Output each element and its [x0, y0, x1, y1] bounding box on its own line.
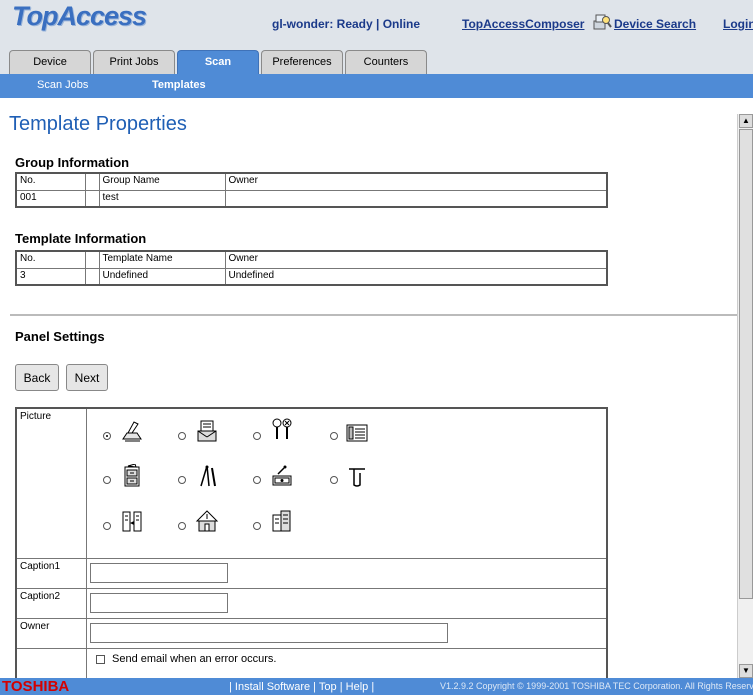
cell-group-name: test — [98, 189, 226, 208]
paperclip-icon — [349, 468, 365, 487]
tab-print-jobs[interactable]: Print Jobs — [93, 50, 175, 74]
table-header-row: No. Group Name Owner — [15, 172, 608, 191]
col-no: No. — [15, 172, 86, 191]
main-tabs: Device Print Jobs Scan Preferences Count… — [9, 50, 427, 74]
owner-label: Owner — [17, 619, 87, 648]
compass-icon — [200, 465, 216, 487]
template-info-title: Template Information — [15, 231, 147, 246]
col-blank — [84, 250, 100, 269]
caption1-row: Caption1 — [17, 559, 606, 589]
section-divider — [10, 314, 737, 316]
panel-settings-title: Panel Settings — [15, 329, 105, 344]
cell-owner — [224, 189, 608, 208]
scroll-up-icon[interactable]: ▲ — [739, 114, 753, 128]
picture-radio-scanner[interactable] — [103, 432, 111, 440]
back-button[interactable]: Back — [15, 364, 59, 391]
col-no: No. — [15, 250, 86, 269]
install-software-link[interactable]: Install Software — [235, 681, 310, 693]
picture-radio-house[interactable] — [178, 522, 186, 530]
cell-template-name: Undefined — [98, 267, 226, 286]
scrollbar-thumb[interactable] — [739, 129, 753, 599]
caption2-label: Caption2 — [17, 589, 87, 618]
subnav-templates[interactable]: Templates — [152, 79, 206, 91]
picture-radio-building-arrow[interactable] — [103, 522, 111, 530]
file-cabinet-icon — [124, 464, 140, 487]
col-blank — [84, 172, 100, 191]
email-error-label: Send email when an error occurs. — [112, 653, 277, 665]
scanner-icon — [122, 421, 142, 442]
tab-device[interactable]: Device — [9, 50, 91, 74]
device-search-link[interactable]: Device Search — [614, 17, 696, 31]
help-link[interactable]: Help — [346, 681, 369, 693]
tools-icon — [272, 418, 292, 439]
mail-in-icon — [197, 420, 217, 442]
topaccess-composer-link[interactable]: TopAccessComposer — [462, 17, 584, 31]
footer-links: | Install Software | Top | Help | — [229, 681, 375, 693]
cell-blank — [84, 189, 100, 208]
email-error-row: Send email when an error occurs. — [17, 649, 606, 678]
col-group-name: Group Name — [98, 172, 226, 191]
sub-navigation: Scan Jobs Templates — [0, 74, 753, 98]
owner-input[interactable] — [90, 623, 448, 643]
template-info-table: No. Template Name Owner 3 Undefined Unde… — [15, 250, 608, 286]
vertical-scrollbar[interactable]: ▲ ▼ — [737, 114, 753, 678]
table-header-row: No. Template Name Owner — [15, 250, 608, 269]
caption1-input[interactable] — [90, 563, 228, 583]
cell-no: 001 — [15, 189, 86, 208]
caption1-label: Caption1 — [17, 559, 87, 588]
picture-radio-document-list[interactable] — [330, 432, 338, 440]
picture-radio-paperclip[interactable] — [330, 476, 338, 484]
picture-radio-money[interactable] — [253, 476, 261, 484]
owner-row: Owner — [17, 619, 606, 649]
cell-no: 3 — [15, 267, 86, 286]
picture-radio-compass[interactable] — [178, 476, 186, 484]
topaccess-logo: TopAccess — [12, 1, 147, 31]
top-link[interactable]: Top — [319, 681, 337, 693]
house-icon — [195, 510, 219, 532]
page-title: Template Properties — [9, 113, 187, 135]
device-search-icon[interactable] — [592, 12, 612, 32]
panel-settings-table: Picture Caption1 Caption2 Owner Send ema… — [15, 407, 608, 678]
login-link[interactable]: Login — [723, 17, 753, 31]
group-info-title: Group Information — [15, 155, 130, 170]
content-area: Template Properties Group Information No… — [0, 98, 737, 678]
office-building-icon — [272, 510, 291, 532]
col-owner: Owner — [224, 172, 608, 191]
tab-counters[interactable]: Counters — [345, 50, 427, 74]
cell-owner: Undefined — [224, 267, 608, 286]
email-error-checkbox[interactable] — [96, 655, 105, 664]
scroll-down-icon[interactable]: ▼ — [739, 664, 753, 678]
header-bar: TopAccess gl-wonder: Ready | Online TopA… — [0, 0, 753, 74]
picture-radio-file-cabinet[interactable] — [103, 476, 111, 484]
caption2-input[interactable] — [90, 593, 228, 613]
document-list-icon — [346, 424, 368, 442]
device-status: gl-wonder: Ready | Online — [272, 17, 421, 31]
picture-radio-tools[interactable] — [253, 432, 261, 440]
toshiba-logo: TOSHIBA — [2, 678, 70, 695]
next-button[interactable]: Next — [66, 364, 108, 391]
col-template-name: Template Name — [98, 250, 226, 269]
tab-scan[interactable]: Scan — [177, 50, 259, 74]
footer-bar: TOSHIBA | Install Software | Top | Help … — [0, 678, 753, 695]
group-info-table: No. Group Name Owner 001 test — [15, 172, 608, 208]
caption2-row: Caption2 — [17, 589, 606, 619]
copyright-text: V1.2.9.2 Copyright © 1999-2001 TOSHIBA T… — [440, 681, 753, 691]
email-error-label-cell — [17, 649, 87, 678]
building-arrow-icon — [122, 511, 142, 532]
col-owner: Owner — [224, 250, 608, 269]
cell-blank — [84, 267, 100, 286]
table-row: 3 Undefined Undefined — [15, 267, 608, 286]
money-icon — [272, 465, 292, 486]
tab-preferences[interactable]: Preferences — [261, 50, 343, 74]
picture-label: Picture — [17, 409, 87, 558]
table-row: 001 test — [15, 189, 608, 208]
subnav-scan-jobs[interactable]: Scan Jobs — [37, 79, 88, 91]
picture-row: Picture — [17, 409, 606, 559]
picture-radio-mail-in[interactable] — [178, 432, 186, 440]
picture-radio-office-building[interactable] — [253, 522, 261, 530]
